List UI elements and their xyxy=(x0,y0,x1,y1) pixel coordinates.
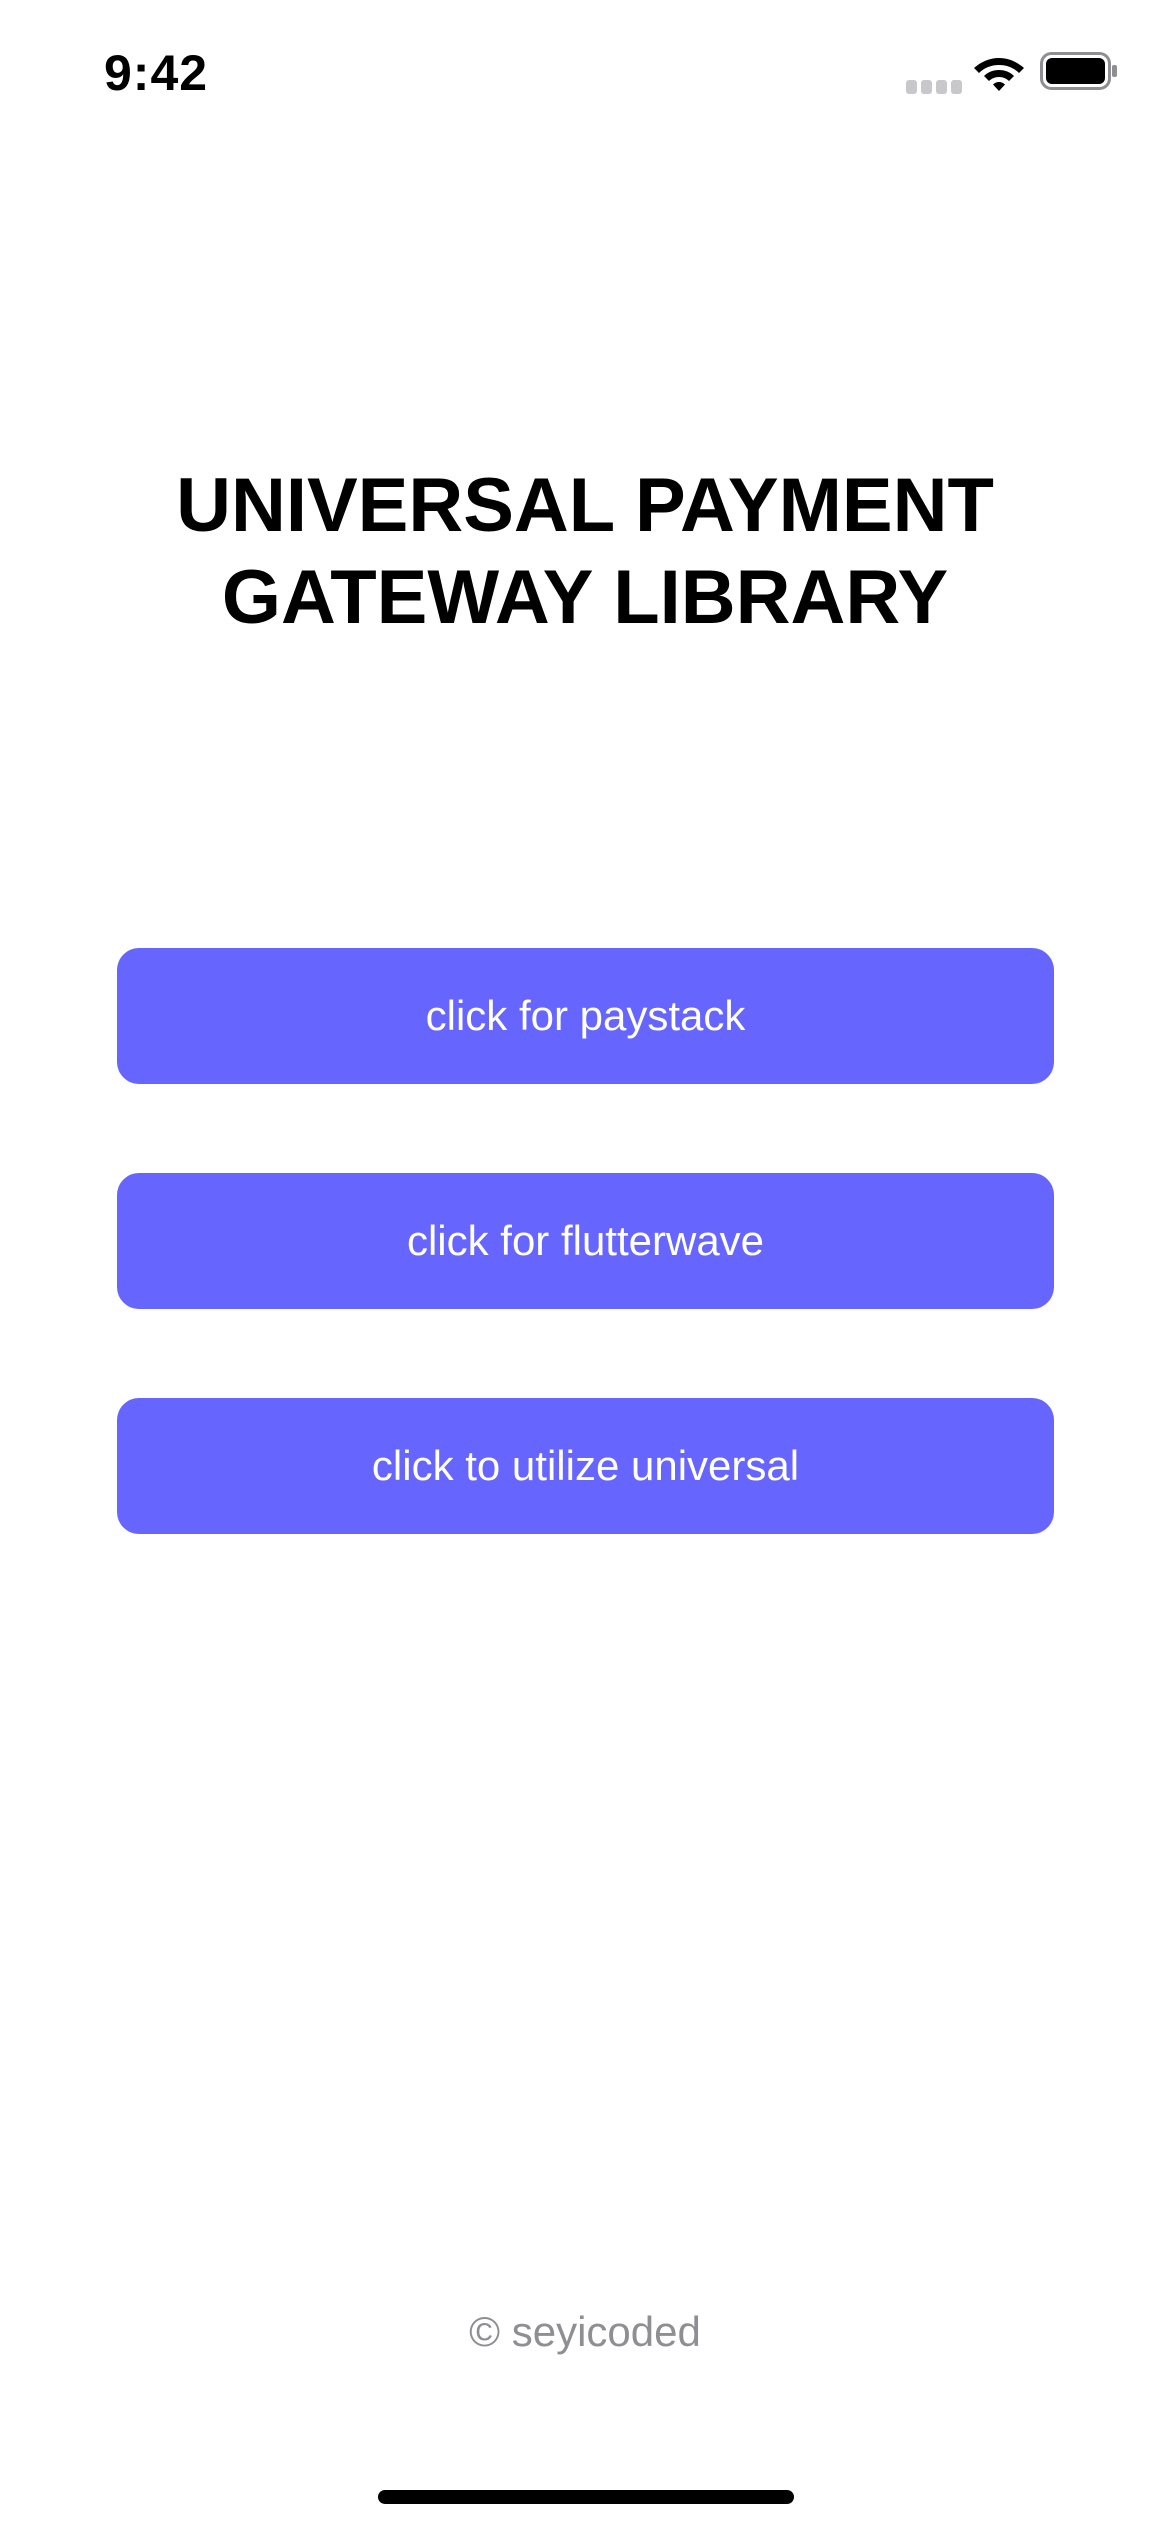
paystack-button[interactable]: click for paystack xyxy=(117,948,1054,1084)
wifi-icon xyxy=(974,58,1024,91)
page-title: UNIVERSAL PAYMENT GATEWAY LIBRARY xyxy=(0,460,1170,644)
universal-button[interactable]: click to utilize universal xyxy=(117,1398,1054,1534)
signal-icon xyxy=(906,80,962,94)
flutterwave-button[interactable]: click for flutterwave xyxy=(117,1173,1054,1309)
status-time: 9:42 xyxy=(104,45,209,101)
status-bar: 9:42 xyxy=(0,0,1170,150)
footer-credit: © seyicoded xyxy=(469,2308,701,2355)
home-indicator[interactable] xyxy=(378,2490,794,2504)
page-title-line-2: GATEWAY LIBRARY xyxy=(221,555,949,640)
battery-icon xyxy=(1040,52,1117,90)
page-title-line-1: UNIVERSAL PAYMENT xyxy=(176,463,994,548)
